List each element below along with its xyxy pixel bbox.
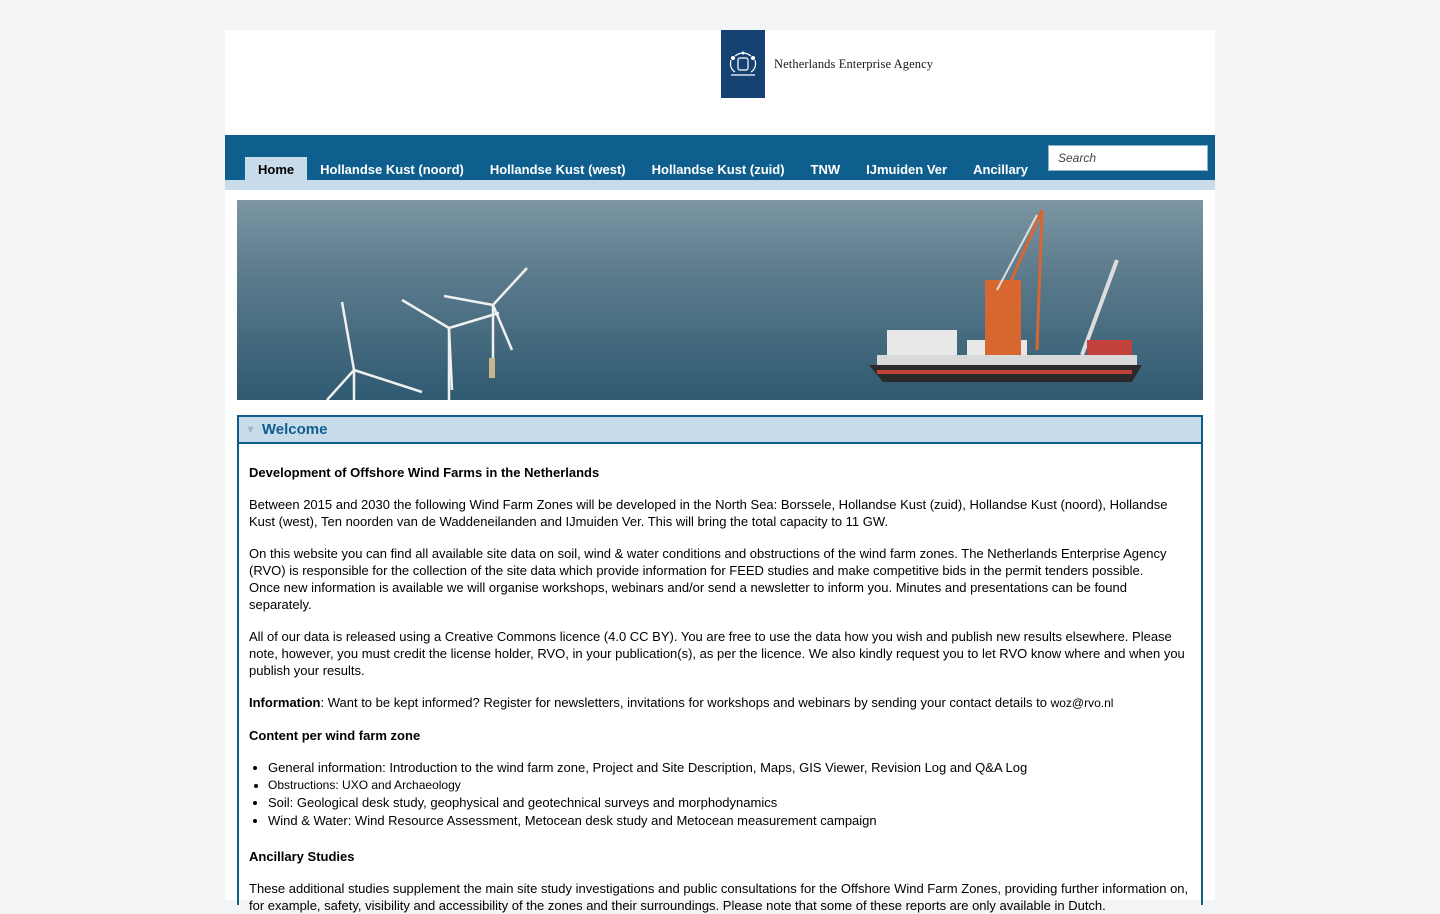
welcome-title: Welcome — [261, 421, 328, 438]
coat-of-arms-icon — [721, 30, 765, 98]
licence-paragraph: All of our data is released using a Crea… — [249, 629, 1185, 678]
list-item: Soil: Geological desk study, geophysical… — [268, 794, 1191, 812]
information-paragraph: Information: Want to be kept informed? R… — [249, 694, 1191, 712]
nav-tabs: Home Hollandse Kust (noord) Hollandse Kust… — [245, 157, 1041, 180]
tab-ancillary[interactable]: Ancillary — [960, 157, 1041, 180]
ancillary-paragraph: These additional studies supplement the … — [249, 881, 1189, 913]
welcome-content: Development of Offshore Wind Farms in th… — [239, 444, 1201, 914]
contact-email-link[interactable]: woz@rvo.nl — [1051, 696, 1114, 710]
ancillary-heading: Ancillary Studies — [249, 849, 355, 864]
site-data-paragraph: On this website you can find all availab… — [249, 545, 1191, 613]
new-info-text: Once new information is available we wil… — [249, 580, 1127, 612]
tab-tnw[interactable]: TNW — [798, 157, 854, 180]
list-item: Obstructions: UXO and Archaeology — [268, 777, 1191, 795]
tab-home[interactable]: Home — [245, 157, 308, 180]
page-container: Netherlands Enterprise Agency Home Hollan… — [225, 30, 1215, 913]
content-list: General information: Introduction to the… — [268, 759, 1191, 829]
intro-paragraph: Between 2015 and 2030 the following Wind… — [249, 497, 1168, 529]
content-heading: Content per wind farm zone — [249, 728, 421, 743]
tab-hollandse-kust-west[interactable]: Hollandse Kust (west) — [477, 157, 639, 180]
nav-strip — [225, 180, 1215, 190]
site-header: Netherlands Enterprise Agency — [225, 30, 1215, 135]
information-text: : Want to be kept informed? Register for… — [320, 695, 1051, 710]
main-heading: Development of Offshore Wind Farms in th… — [249, 465, 600, 480]
agency-name: Netherlands Enterprise Agency — [774, 56, 934, 71]
welcome-panel: ▼ Welcome Development of Offshore Wind F… — [237, 415, 1203, 913]
tab-hollandse-kust-noord[interactable]: Hollandse Kust (noord) — [307, 157, 477, 180]
information-label: Information — [249, 695, 321, 710]
list-item: General information: Introduction to the… — [268, 759, 1191, 777]
agency-logo[interactable]: Netherlands Enterprise Agency — [721, 30, 933, 98]
main-navigation: Home Hollandse Kust (noord) Hollandse Kust… — [225, 135, 1215, 190]
welcome-panel-header[interactable]: ▼ Welcome — [239, 417, 1201, 444]
search-input[interactable] — [1048, 145, 1208, 171]
list-item: Wind & Water: Wind Resource Assessment, … — [268, 812, 1191, 830]
site-data-text: On this website you can find all availab… — [249, 546, 1167, 578]
tab-ijmuiden-ver[interactable]: IJmuiden Ver — [853, 157, 960, 180]
collapse-triangle-icon[interactable]: ▼ — [245, 424, 256, 436]
tab-hollandse-kust-zuid[interactable]: Hollandse Kust (zuid) — [639, 157, 798, 180]
hero-image — [237, 200, 1203, 400]
